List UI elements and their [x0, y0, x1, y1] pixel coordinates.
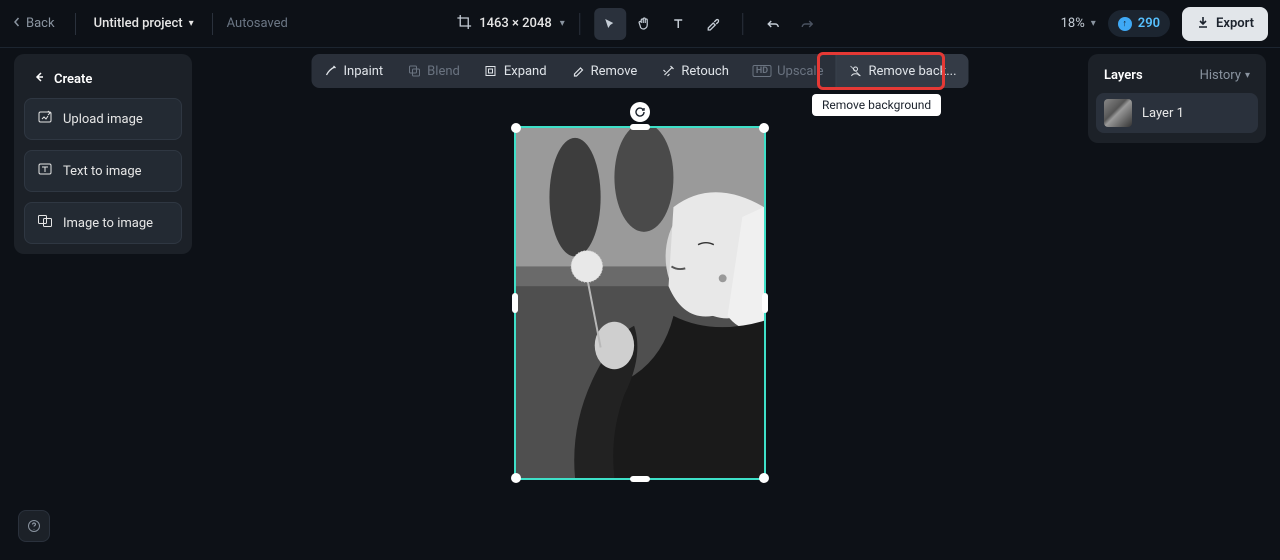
- history-group: [757, 8, 823, 40]
- resize-handle-tr[interactable]: [759, 123, 769, 133]
- chevron-left-icon: [12, 16, 22, 31]
- export-label: Export: [1216, 16, 1254, 31]
- resize-handle-bottom[interactable]: [630, 476, 650, 482]
- chevron-down-icon: ▾: [1245, 70, 1250, 81]
- dimensions-text: 1463 × 2048: [479, 16, 552, 31]
- resize-handle-top[interactable]: [630, 124, 650, 130]
- zoom-value: 18%: [1061, 16, 1085, 31]
- help-button[interactable]: [18, 510, 50, 542]
- layer-name: Layer 1: [1142, 106, 1184, 121]
- zoom-dropdown[interactable]: 18% ▾: [1061, 16, 1096, 31]
- autosaved-status: Autosaved: [227, 16, 288, 31]
- chevron-down-icon: ▾: [560, 18, 565, 29]
- refresh-badge[interactable]: [630, 102, 650, 122]
- project-name-text: Untitled project: [94, 16, 183, 31]
- hand-tool[interactable]: [628, 8, 660, 40]
- selected-image-frame[interactable]: [514, 126, 766, 480]
- history-dropdown[interactable]: History ▾: [1200, 68, 1250, 83]
- separator: [742, 13, 743, 35]
- tool-group: [594, 8, 728, 40]
- download-icon: [1196, 15, 1210, 33]
- chevron-down-icon: ▾: [1091, 18, 1096, 29]
- canvas-dimensions-dropdown[interactable]: 1463 × 2048 ▾: [457, 15, 565, 33]
- image-content: [516, 128, 764, 478]
- resize-handle-left[interactable]: [512, 293, 518, 313]
- eyedropper-tool[interactable]: [696, 8, 728, 40]
- back-button[interactable]: Back: [12, 16, 65, 31]
- remove-background-tooltip: Remove background: [812, 94, 941, 116]
- redo-button[interactable]: [791, 8, 823, 40]
- topbar-right: 18% ▾ ↑ 290 Export: [1061, 7, 1268, 41]
- layers-panel-header: Layers History ▾: [1096, 64, 1258, 93]
- topbar: Back Untitled project ▾ Autosaved 1463 ×…: [0, 0, 1280, 48]
- layers-title: Layers: [1104, 68, 1143, 83]
- back-label: Back: [26, 16, 55, 31]
- text-tool[interactable]: [662, 8, 694, 40]
- resize-handle-tl[interactable]: [511, 123, 521, 133]
- separator: [75, 13, 76, 35]
- credits-pill[interactable]: ↑ 290: [1108, 10, 1170, 37]
- separator: [212, 13, 213, 35]
- help-icon: [27, 519, 41, 533]
- topbar-center: 1463 × 2048 ▾: [457, 0, 823, 48]
- resize-handle-bl[interactable]: [511, 473, 521, 483]
- credits-value: 290: [1138, 16, 1160, 31]
- export-button[interactable]: Export: [1182, 7, 1268, 41]
- credits-icon: ↑: [1118, 17, 1132, 31]
- layer-thumbnail: [1104, 99, 1132, 127]
- separator: [579, 13, 580, 35]
- history-label: History: [1200, 68, 1241, 83]
- project-name-dropdown[interactable]: Untitled project ▾: [86, 12, 202, 35]
- undo-button[interactable]: [757, 8, 789, 40]
- layers-panel: Layers History ▾ Layer 1: [1088, 54, 1266, 143]
- resize-handle-right[interactable]: [762, 293, 768, 313]
- resize-handle-br[interactable]: [759, 473, 769, 483]
- chevron-down-icon: ▾: [189, 18, 194, 29]
- layer-item[interactable]: Layer 1: [1096, 93, 1258, 133]
- cursor-tool[interactable]: [594, 8, 626, 40]
- crop-icon: [457, 15, 471, 33]
